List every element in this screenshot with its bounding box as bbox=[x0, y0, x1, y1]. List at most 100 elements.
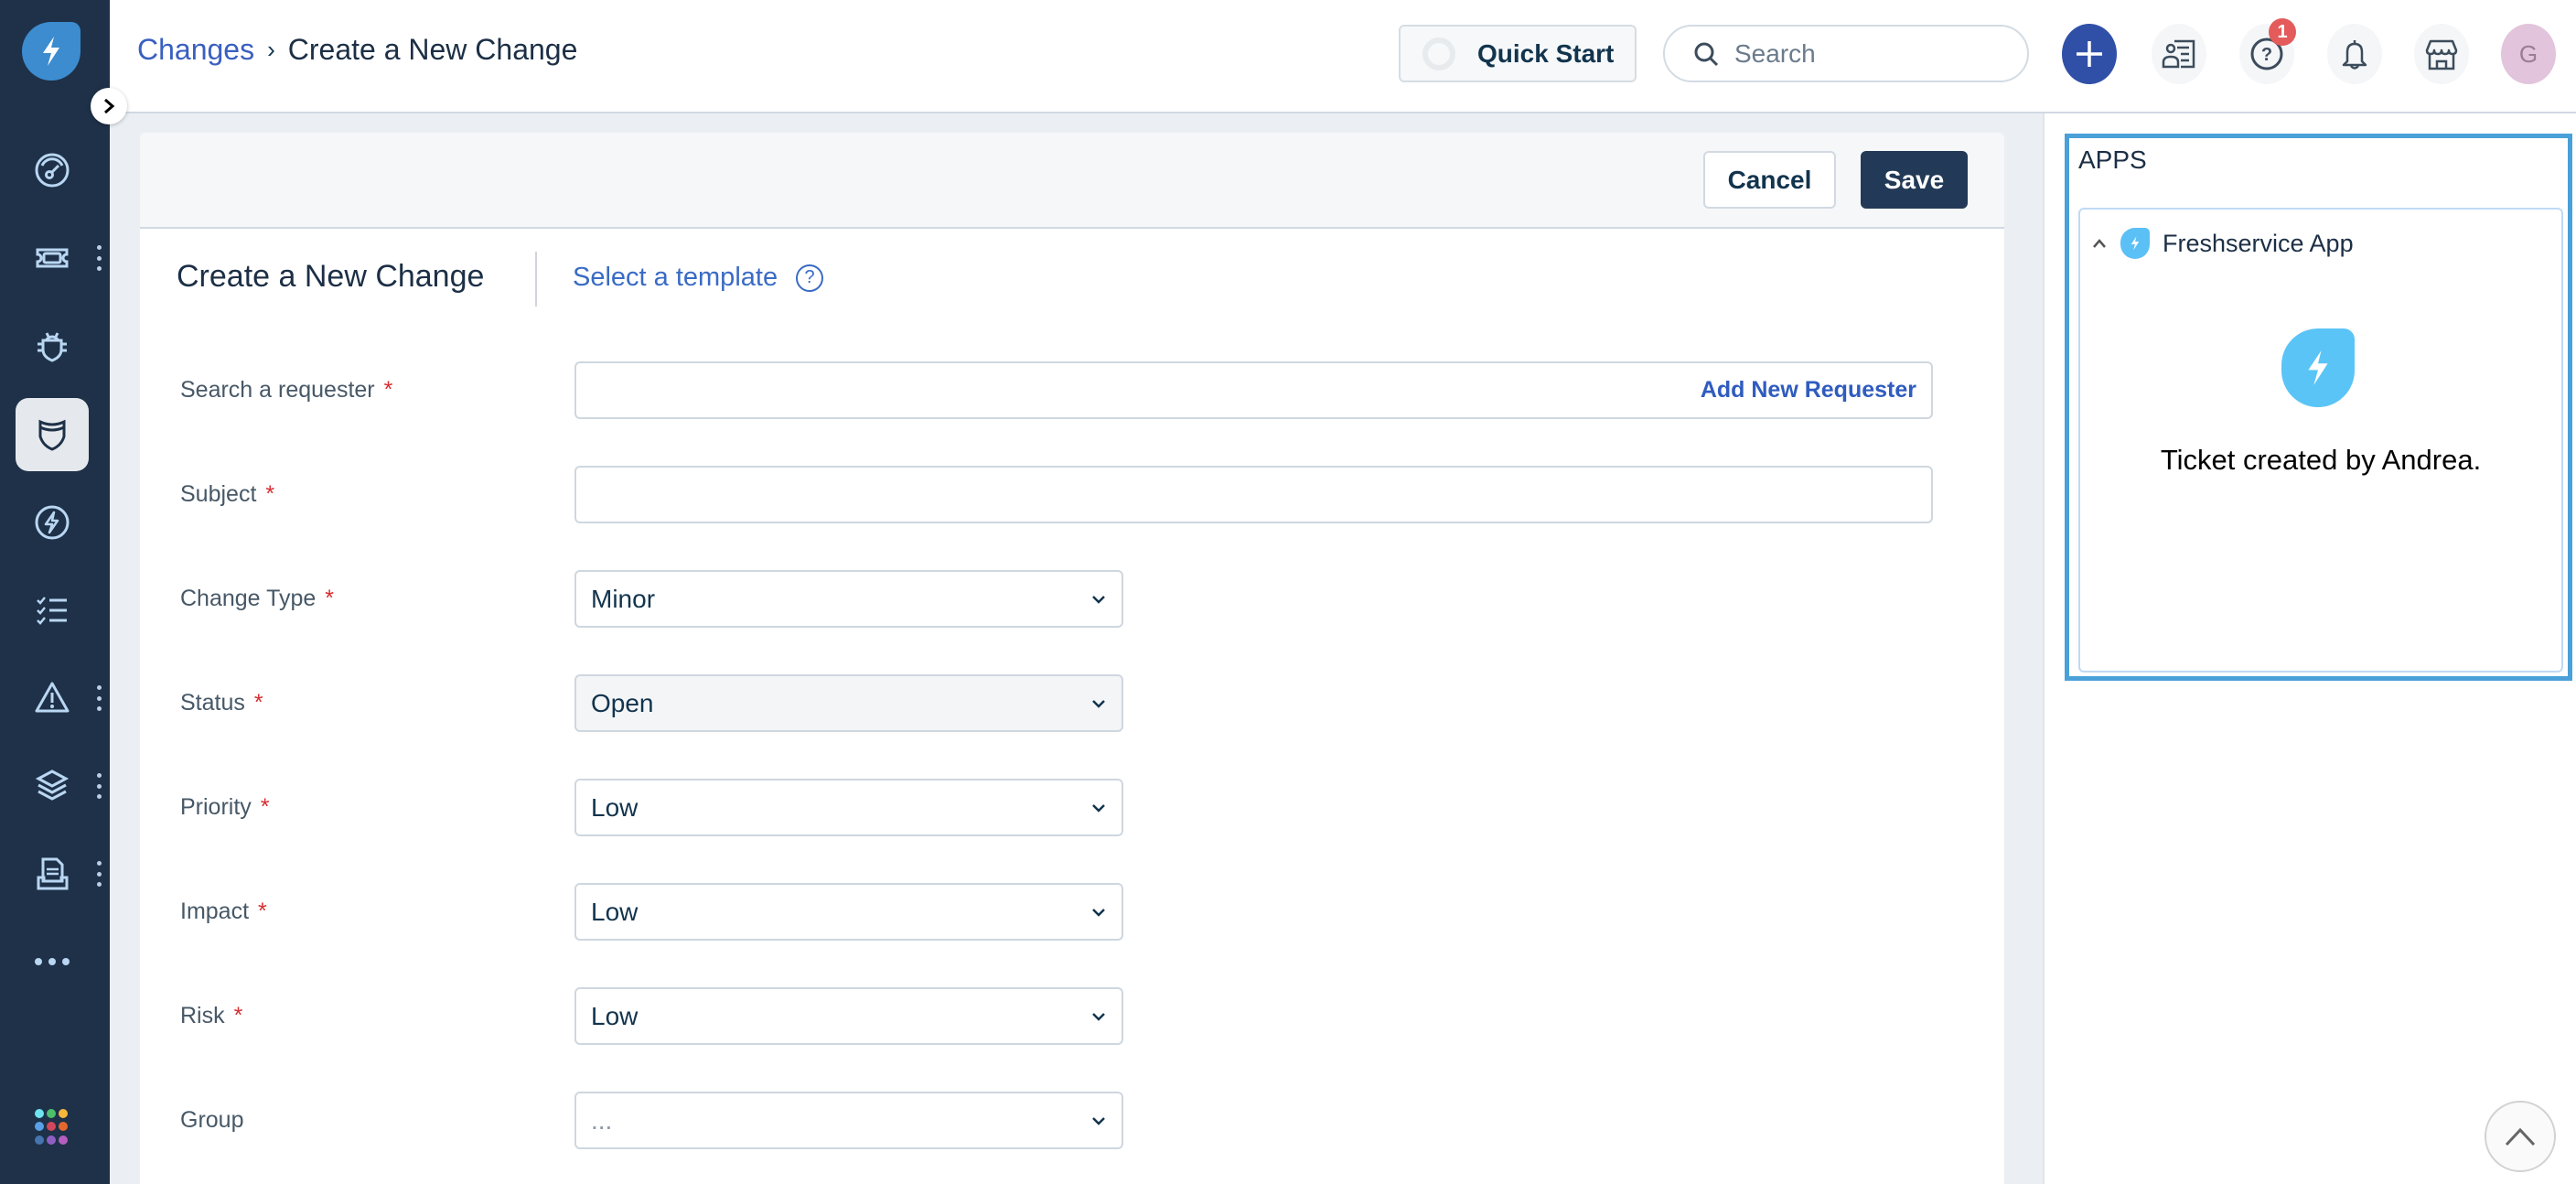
layers-icon bbox=[35, 770, 70, 801]
apps-title: APPS bbox=[2078, 145, 2147, 174]
status-value: Open bbox=[591, 688, 654, 717]
user-avatar[interactable]: G bbox=[2501, 24, 2556, 84]
apps-section: APPS Freshservice App Ticket created by … bbox=[2065, 134, 2572, 681]
assets-menu-kebab[interactable] bbox=[95, 773, 102, 799]
change-type-label: Change Type * bbox=[180, 586, 334, 612]
sidebar-item-releases[interactable] bbox=[16, 486, 89, 559]
tickets-menu-kebab[interactable] bbox=[95, 245, 102, 271]
breadcrumb-current: Create a New Change bbox=[287, 33, 578, 66]
sidebar-item-assets[interactable] bbox=[16, 749, 89, 823]
app-switcher-dot bbox=[59, 1122, 68, 1132]
dashboard-gauge-icon bbox=[35, 153, 70, 188]
sidebar-item-alerts[interactable] bbox=[16, 662, 89, 735]
required-marker: * bbox=[325, 586, 335, 611]
cancel-button[interactable]: Cancel bbox=[1703, 151, 1836, 209]
subject-label-text: Subject bbox=[180, 481, 257, 507]
form-title: Create a New Change bbox=[177, 259, 485, 294]
sidebar-item-tasks[interactable] bbox=[16, 574, 89, 647]
priority-select[interactable]: Low bbox=[574, 779, 1123, 836]
lightning-logo-icon bbox=[43, 37, 59, 66]
app-switcher-dot bbox=[47, 1109, 56, 1118]
app-switcher-dot bbox=[35, 1122, 44, 1132]
store-icon bbox=[2425, 39, 2458, 70]
chevron-down-icon bbox=[1092, 1116, 1105, 1125]
sidebar-item-more[interactable] bbox=[16, 925, 89, 998]
sidebar-item-dashboard[interactable] bbox=[16, 134, 89, 207]
search-icon bbox=[1694, 42, 1719, 66]
lightning-icon bbox=[35, 505, 70, 540]
save-button[interactable]: Save bbox=[1861, 151, 1968, 209]
add-new-requester-link[interactable]: Add New Requester bbox=[1701, 377, 1916, 404]
chevron-down-icon bbox=[1092, 908, 1105, 917]
risk-label: Risk * bbox=[180, 1003, 242, 1029]
marketplace-button[interactable] bbox=[2414, 24, 2469, 84]
freshservice-app-icon bbox=[2120, 228, 2150, 259]
new-item-plus-button[interactable] bbox=[2062, 24, 2117, 84]
chevron-down-icon bbox=[1092, 595, 1105, 604]
requester-search-input[interactable]: Add New Requester bbox=[574, 361, 1933, 419]
app-switcher-dot bbox=[47, 1122, 56, 1132]
chevron-down-icon bbox=[1092, 803, 1105, 813]
notifications-button[interactable] bbox=[2327, 24, 2382, 84]
expand-sidebar-button[interactable] bbox=[91, 88, 127, 124]
chevron-up-icon bbox=[2505, 1127, 2536, 1146]
contacts-button[interactable] bbox=[2152, 24, 2206, 84]
change-type-select[interactable]: Minor bbox=[574, 570, 1123, 628]
quick-start-label: Quick Start bbox=[1477, 38, 1615, 68]
required-marker: * bbox=[253, 690, 263, 716]
risk-select[interactable]: Low bbox=[574, 987, 1123, 1045]
risk-value: Low bbox=[591, 1001, 639, 1030]
help-button[interactable]: ? 1 bbox=[2239, 18, 2296, 84]
subject-label: Subject * bbox=[180, 481, 274, 508]
app-switcher-dot bbox=[35, 1109, 44, 1118]
breadcrumb-changes-link[interactable]: Changes bbox=[137, 33, 254, 67]
bug-icon bbox=[38, 332, 67, 362]
ticket-icon bbox=[36, 248, 69, 268]
app-message: Ticket created by Andrea. bbox=[2160, 444, 2482, 476]
form-toolbar: Cancel Save bbox=[140, 133, 2004, 229]
warning-icon bbox=[35, 682, 70, 713]
status-select[interactable]: Open bbox=[574, 674, 1123, 732]
bell-icon bbox=[2342, 40, 2367, 70]
sidebar-item-tickets[interactable] bbox=[16, 221, 89, 295]
solutions-menu-kebab[interactable] bbox=[95, 861, 102, 887]
sidebar-item-solutions[interactable] bbox=[16, 837, 89, 910]
help-icon[interactable]: ? bbox=[796, 264, 824, 292]
quick-start-button[interactable]: Quick Start bbox=[1399, 25, 1637, 82]
search-input[interactable]: Search bbox=[1663, 25, 2029, 82]
app-name: Freshservice App bbox=[2163, 229, 2354, 257]
change-type-value: Minor bbox=[591, 584, 656, 613]
freshservice-logo[interactable] bbox=[22, 22, 80, 81]
priority-label-text: Priority bbox=[180, 794, 252, 820]
required-marker: * bbox=[260, 794, 270, 820]
breadcrumb-separator: › bbox=[267, 36, 275, 63]
impact-select[interactable]: Low bbox=[574, 883, 1123, 941]
sidebar-item-changes[interactable] bbox=[16, 398, 89, 471]
group-placeholder: ... bbox=[591, 1105, 613, 1135]
top-header: Changes › Create a New Change Quick Star… bbox=[110, 0, 2576, 113]
chevron-up-icon[interactable] bbox=[2091, 238, 2108, 249]
app-switcher-dot bbox=[59, 1135, 68, 1145]
help-notification-badge: 1 bbox=[2269, 18, 2296, 46]
subject-input[interactable] bbox=[574, 466, 1933, 523]
alerts-menu-kebab[interactable] bbox=[95, 685, 102, 711]
select-template-link[interactable]: Select a template ? bbox=[573, 263, 824, 293]
chevron-down-icon bbox=[1092, 1012, 1105, 1021]
requester-label: Search a requester * bbox=[180, 377, 392, 404]
app-switcher-dot bbox=[35, 1135, 44, 1145]
group-select[interactable]: ... bbox=[574, 1092, 1123, 1149]
required-marker: * bbox=[258, 899, 267, 924]
required-marker: * bbox=[265, 481, 275, 507]
select-template-label: Select a template bbox=[573, 263, 778, 292]
progress-ring-icon bbox=[1422, 37, 1455, 70]
breadcrumb: Changes › Create a New Change bbox=[137, 33, 577, 67]
title-divider bbox=[535, 252, 537, 307]
risk-label-text: Risk bbox=[180, 1003, 225, 1028]
scroll-to-top-button[interactable] bbox=[2485, 1101, 2556, 1172]
app-switcher-grid-icon[interactable] bbox=[35, 1109, 71, 1146]
sidebar-item-problems[interactable] bbox=[16, 309, 89, 382]
freshservice-app-card: Freshservice App Ticket created by Andre… bbox=[2078, 208, 2563, 673]
requester-label-text: Search a requester bbox=[180, 377, 375, 403]
app-card-header[interactable]: Freshservice App bbox=[2091, 228, 2354, 259]
priority-label: Priority * bbox=[180, 794, 270, 821]
